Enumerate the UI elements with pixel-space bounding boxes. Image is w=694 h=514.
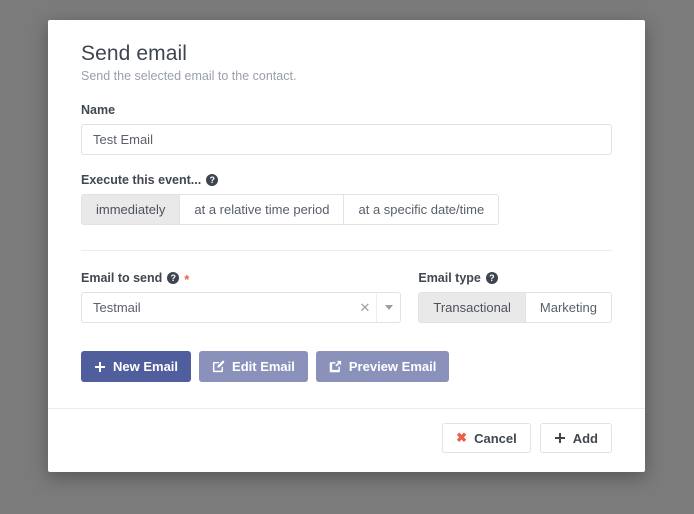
execute-label: Execute this event... ? (81, 173, 612, 187)
email-type-label-text: Email type (418, 271, 481, 285)
external-link-icon (329, 360, 342, 373)
dialog-title: Send email (81, 42, 188, 65)
execute-label-text: Execute this event... (81, 173, 202, 187)
email-to-send-label: Email to send ? * (81, 271, 404, 287)
email-type-label: Email type ? (418, 271, 612, 285)
toggle-immediately[interactable]: immediately (82, 195, 181, 224)
pencil-square-icon (212, 360, 225, 373)
question-mark-circle-icon[interactable]: ? (206, 174, 219, 186)
new-email-button[interactable]: New Email (81, 351, 192, 382)
preview-email-label: Preview Email (348, 359, 437, 374)
plus-icon (94, 361, 106, 373)
cancel-button[interactable]: ✖ Cancel (442, 423, 531, 453)
email-type-column: Email type ? Transactional Marketing (404, 271, 612, 323)
add-label: Add (572, 430, 598, 446)
email-action-buttons: New Email Edit Email Preview Email (81, 351, 612, 408)
preview-email-button[interactable]: Preview Email (315, 351, 450, 382)
close-x-icon[interactable]: ✕ (354, 301, 376, 314)
dialog-body: Send email Send the selected email to th… (48, 20, 645, 408)
required-asterisk: * (184, 271, 190, 287)
email-to-send-column: Email to send ? * Testmail ✕ (81, 271, 404, 323)
caret-shape (384, 305, 393, 310)
cancel-label: Cancel (474, 430, 517, 446)
name-label: Name (81, 103, 612, 117)
toggle-marketing[interactable]: Marketing (525, 293, 611, 322)
email-to-send-label-text: Email to send (81, 271, 163, 285)
plus-icon (554, 432, 566, 444)
name-input[interactable] (81, 124, 612, 155)
question-mark-circle-icon[interactable]: ? (167, 272, 180, 284)
dialog-footer: ✖ Cancel Add (48, 408, 645, 472)
edit-email-button[interactable]: Edit Email (199, 351, 308, 382)
name-label-text: Name (81, 103, 116, 117)
chevron-down-icon[interactable] (376, 293, 400, 322)
email-to-send-select[interactable]: Testmail ✕ (81, 292, 401, 323)
dialog-subtitle: Send the selected email to the contact. (81, 69, 297, 83)
email-type-toggle-group: Transactional Marketing (418, 292, 612, 323)
toggle-relative-time-period[interactable]: at a relative time period (180, 195, 345, 224)
section-divider (81, 250, 612, 251)
send-email-dialog: Send email Send the selected email to th… (48, 20, 645, 472)
close-x-icon: ✖ (456, 430, 468, 445)
email-to-send-value: Testmail (93, 300, 141, 315)
edit-email-label: Edit Email (232, 359, 295, 374)
execute-timing-toggle-group: immediately at a relative time period at… (81, 194, 500, 225)
toggle-specific-datetime[interactable]: at a specific date/time (344, 195, 499, 224)
add-button[interactable]: Add (539, 423, 612, 453)
email-settings-row: Email to send ? * Testmail ✕ Email type … (81, 271, 612, 323)
new-email-label: New Email (113, 359, 179, 374)
toggle-transactional[interactable]: Transactional (419, 293, 526, 322)
question-mark-circle-icon[interactable]: ? (485, 272, 498, 284)
